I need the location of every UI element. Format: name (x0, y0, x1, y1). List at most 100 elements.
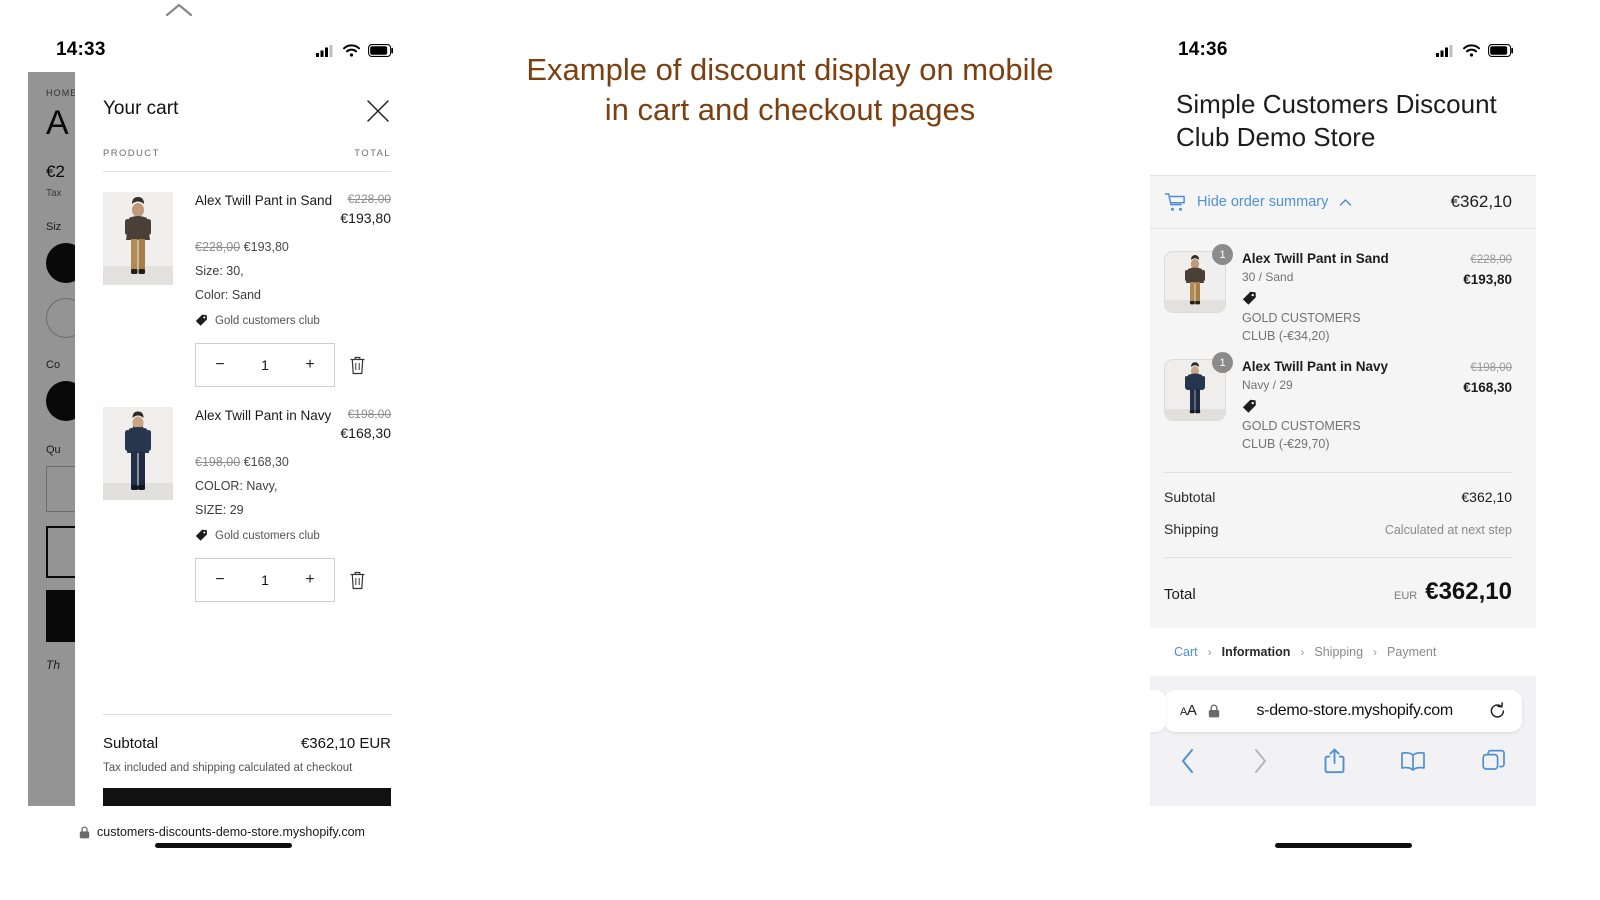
chevron-right-icon: › (1373, 644, 1378, 659)
tag-icon (1242, 399, 1457, 414)
quantity-value[interactable]: 1 (261, 357, 269, 373)
safari-toolbar (1150, 732, 1536, 774)
unit-price: €193,80 (243, 240, 289, 254)
book-icon[interactable] (1400, 750, 1426, 772)
shipping-label: Shipping (1164, 520, 1219, 537)
caption-line-2: in cart and checkout pages (604, 92, 976, 128)
order-summary-toggle[interactable]: Hide order summary (1164, 192, 1352, 213)
trash-icon[interactable] (349, 356, 366, 375)
cart-item-list: Alex Twill Pant in Sand €228,00 €193,80 … (75, 159, 416, 602)
breadcrumb-item-cart[interactable]: Cart (1174, 645, 1198, 659)
line-item-compare-price: €228,00 (347, 192, 391, 206)
left-status-bar: 14:33 (28, 28, 416, 72)
order-item-price: €193,80 (1463, 272, 1512, 287)
cart-column-headers: PRODUCT TOTAL (75, 124, 416, 159)
quantity-decrease-button[interactable]: − (210, 356, 230, 374)
line-item-compare-price: €198,00 (347, 407, 391, 421)
line-item-option-1: Size: 30, (195, 264, 244, 278)
unit-price: €168,30 (243, 455, 289, 469)
tag-icon (1242, 291, 1457, 306)
breadcrumb-item-shipping: Shipping (1314, 644, 1364, 659)
share-icon[interactable] (1324, 748, 1345, 774)
home-indicator (1275, 843, 1412, 848)
battery-icon (1488, 43, 1514, 57)
quantity-value[interactable]: 1 (261, 572, 269, 588)
breadcrumb-item-payment: Payment (1387, 644, 1437, 659)
line-item-title[interactable]: Alex Twill Pant in Navy (195, 407, 331, 425)
close-icon[interactable] (365, 98, 391, 124)
subtotal-value: €362,10 EUR (300, 735, 391, 752)
status-time: 14:33 (56, 39, 106, 60)
quantity-increase-button[interactable]: + (300, 571, 320, 589)
breadcrumb-item-information[interactable]: Information (1222, 645, 1291, 659)
order-summary-panel: 1 Alex Twill Pant in Sand 30 / Sand GOLD… (1150, 229, 1536, 628)
tabs-icon[interactable] (1482, 749, 1506, 773)
lock-icon (1208, 704, 1220, 718)
status-time: 14:36 (1178, 39, 1228, 60)
line-item-final-price: €193,80 (340, 210, 391, 226)
order-item-compare-price: €198,00 (1470, 362, 1512, 375)
order-item-title: Alex Twill Pant in Navy (1242, 359, 1389, 375)
adjacent-tab-peek[interactable] (1150, 689, 1166, 732)
order-line-item: 1 Alex Twill Pant in Sand 30 / Sand GOLD… (1164, 243, 1512, 351)
wifi-icon (343, 43, 360, 57)
lock-icon (79, 825, 90, 839)
screenshot-root: 14:33 HOME A €2 Tax Siz Co Qu Th Your ca… (0, 0, 1600, 900)
order-line-item: 1 Alex Twill Pant in Navy Navy / 29 GOLD… (1164, 351, 1512, 459)
tag-icon (195, 314, 208, 327)
address-bar[interactable]: AAAA s-demo-store.myshopify.com (1164, 689, 1522, 732)
unit-compare-price: €228,00 (195, 240, 241, 254)
quantity-decrease-button[interactable]: − (210, 571, 230, 589)
summary-subtotal-row: Subtotal €362,10 (1164, 473, 1512, 505)
quantity-stepper[interactable]: − 1 + (195, 558, 335, 602)
summary-total-row: Total EUR €362,10 (1164, 558, 1512, 628)
order-summary-toggle-bar[interactable]: Hide order summary €362,10 (1150, 175, 1536, 229)
line-item-final-price: €168,30 (340, 425, 391, 441)
trash-icon[interactable] (349, 571, 366, 590)
tag-icon (195, 529, 208, 542)
total-label: Total (1164, 585, 1196, 603)
back-icon[interactable] (1180, 748, 1196, 774)
cart-tax-note: Tax included and shipping calculated at … (103, 762, 353, 774)
order-item-prices: €228,00 €193,80 (1463, 251, 1512, 345)
line-item-unit-prices: €228,00 €193,80 (195, 240, 391, 254)
url-text[interactable]: s-demo-store.myshopify.com (1232, 702, 1477, 720)
chevron-up-icon[interactable] (163, 0, 195, 20)
line-item-totals: €228,00 €193,80 (340, 192, 391, 226)
shipping-value: Calculated at next step (1384, 522, 1512, 537)
subtotal-value: €362,10 (1461, 488, 1512, 505)
store-title: Simple Customers Discount Club Demo Stor… (1176, 89, 1497, 152)
cart-header: Your cart (75, 72, 416, 124)
url-text[interactable]: customers-discounts-demo-store.myshopify… (97, 825, 365, 839)
chevron-up-icon[interactable] (1339, 198, 1352, 207)
checkout-breadcrumb: Cart › Information › Shipping › Payment (1150, 627, 1536, 676)
line-item-quantity-row: − 1 + (195, 558, 391, 602)
product-thumbnail[interactable] (103, 192, 173, 285)
quantity-stepper[interactable]: − 1 + (195, 343, 335, 387)
text-size-button[interactable]: AAAA (1180, 702, 1197, 719)
reload-icon[interactable] (1489, 701, 1506, 720)
subtotal-label: Subtotal (1164, 488, 1216, 505)
discount-label: Gold customers club (215, 529, 320, 542)
cart-subtotal-row: Subtotal €362,10 EUR (103, 715, 391, 752)
line-item-totals: €198,00 €168,30 (340, 407, 391, 441)
order-item-prices: €198,00 €168,30 (1463, 359, 1512, 453)
left-browser-url-bar[interactable]: customers-discounts-demo-store.myshopify… (28, 806, 416, 858)
chevron-right-icon: › (1300, 644, 1305, 659)
product-thumbnail[interactable] (103, 407, 173, 500)
cart-icon (1164, 192, 1186, 213)
wifi-icon (1463, 43, 1480, 57)
left-phone-screenshot: 14:33 HOME A €2 Tax Siz Co Qu Th Your ca… (28, 28, 416, 858)
total-value: €362,10 (1425, 577, 1512, 605)
line-item-title[interactable]: Alex Twill Pant in Sand (195, 192, 332, 210)
order-item-title: Alex Twill Pant in Sand (1242, 251, 1389, 266)
order-summary-label[interactable]: Hide order summary (1197, 194, 1328, 210)
cellular-icon (1436, 44, 1455, 57)
status-icons (1436, 43, 1514, 57)
battery-icon (368, 43, 394, 57)
quantity-increase-button[interactable]: + (300, 356, 320, 374)
line-item-discount: Gold customers club (195, 529, 391, 542)
order-summary-total: €362,10 (1450, 192, 1512, 211)
order-item-discount: GOLD CUSTOMERS CLUB (-€34,20) (1242, 311, 1361, 344)
line-item-option-2: SIZE: 29 (195, 503, 244, 517)
